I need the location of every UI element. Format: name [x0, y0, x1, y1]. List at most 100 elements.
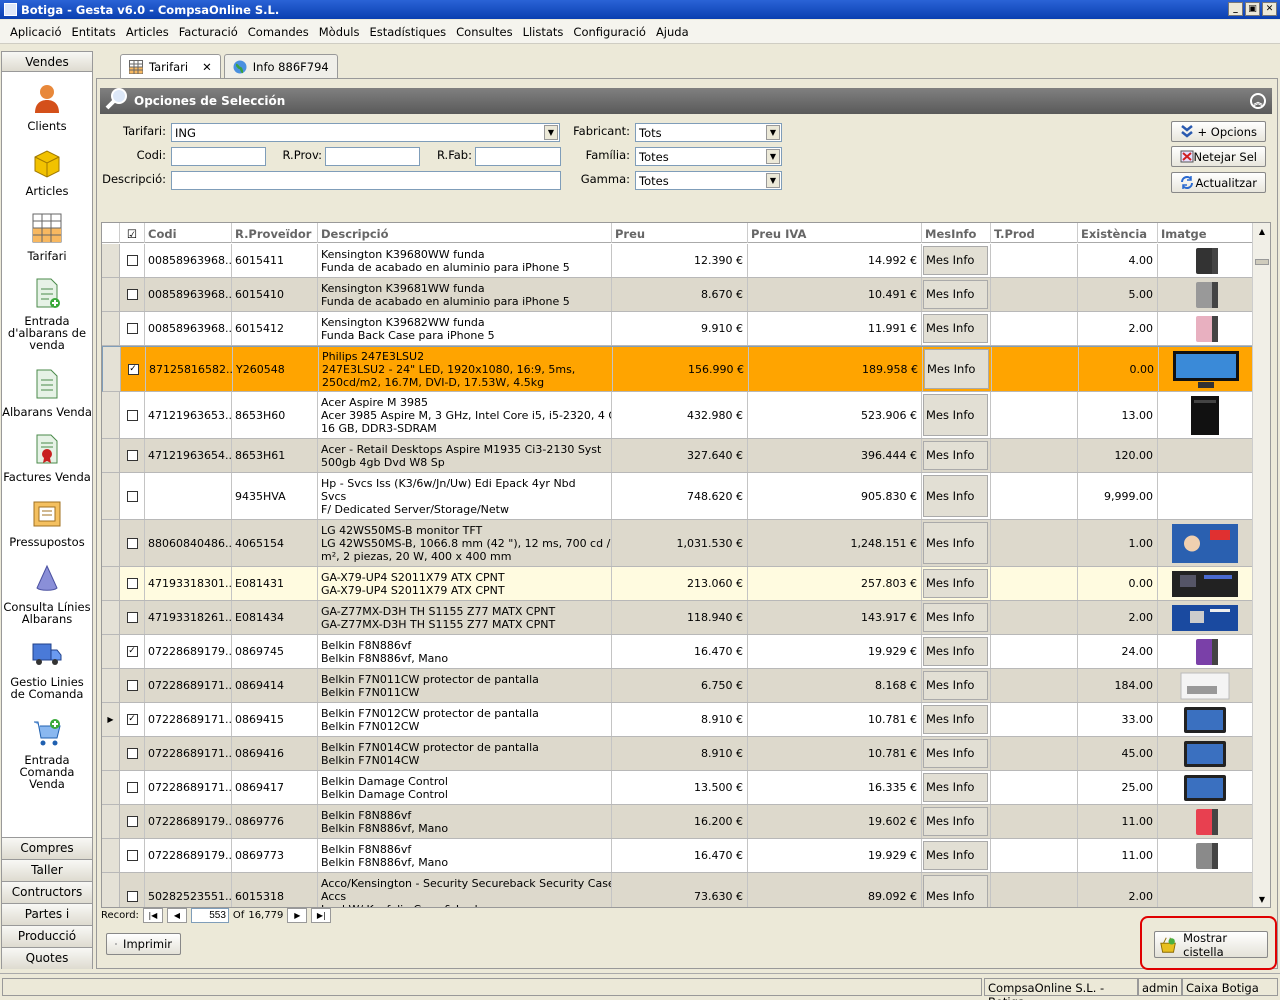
header-imatge[interactable]: Imatge [1158, 223, 1253, 243]
sidebar-item-tarifari[interactable]: Tarifari [2, 212, 92, 262]
mes-info-button[interactable]: Mes Info [923, 522, 988, 564]
mes-info-button[interactable]: Mes Info [923, 705, 988, 734]
sidebar-item-consulta-linies[interactable]: Consulta Línies Albarans [2, 563, 92, 625]
checkbox-cell[interactable] [120, 439, 145, 472]
last-record-icon[interactable]: ▶| [311, 907, 332, 923]
row-checkbox[interactable] [126, 255, 138, 266]
checkbox-cell[interactable] [120, 669, 145, 702]
row-checkbox[interactable]: ✓ [126, 714, 138, 725]
table-row[interactable]: 9435HVA Hp - Svcs Iss (K3/6w/Jn/Uw) Edi E… [102, 473, 1253, 520]
familia-select[interactable]: Totes ▼ [635, 147, 782, 166]
row-checkbox[interactable] [126, 680, 138, 691]
checkbox-cell[interactable] [120, 805, 145, 838]
row-selector[interactable] [103, 347, 121, 391]
sidebar-item-gestio-linies[interactable]: Gestio Linies de Comanda [2, 638, 92, 700]
row-selector[interactable] [102, 601, 120, 634]
menu-ajuda[interactable]: Ajuda [652, 25, 693, 39]
row-checkbox[interactable] [126, 782, 138, 793]
header-descripcio[interactable]: Descripció [318, 223, 612, 243]
row-selector[interactable] [102, 737, 120, 770]
row-selector[interactable] [102, 244, 120, 277]
table-row[interactable]: ✓ 07228689179... 0869745 Belkin F8N886vf Bel… [102, 635, 1253, 669]
mes-info-button[interactable]: Mes Info [923, 773, 988, 802]
checkbox-cell[interactable] [120, 312, 145, 345]
menu-consultes[interactable]: Consultes [452, 25, 516, 39]
header-rproveidor[interactable]: R.Proveïdor [232, 223, 318, 243]
mes-info-button[interactable]: Mes Info [923, 875, 988, 907]
row-selector[interactable] [102, 669, 120, 702]
row-selector[interactable]: ▶ [102, 703, 120, 736]
table-row[interactable]: ✓ 87125816582... Y260548 Philips 247E3LSU2 2… [102, 346, 1254, 392]
header-tprod[interactable]: T.Prod [991, 223, 1078, 243]
sidebar-item-albarans-venda[interactable]: Albarans Venda [2, 368, 92, 418]
rprov-input[interactable] [325, 147, 420, 166]
checkbox-cell[interactable] [120, 737, 145, 770]
fabricant-select[interactable]: Tots ▼ [635, 123, 782, 142]
row-checkbox[interactable] [126, 409, 138, 421]
table-row[interactable]: 50282523551... 6015318 Acco/Kensington - S… [102, 873, 1253, 907]
checkbox-cell[interactable] [120, 567, 145, 600]
sidebar-item-entrada-comanda[interactable]: Entrada Comanda Venda [2, 716, 92, 790]
table-row[interactable]: 88060840486... 4065154 LG 42WS50MS-B monit… [102, 520, 1253, 567]
table-row[interactable]: 00858963968... 6015412 Kensington K39682WW… [102, 312, 1253, 346]
row-selector[interactable] [102, 392, 120, 438]
row-selector[interactable] [102, 805, 120, 838]
sidebar-section-contructors[interactable]: Contructors [2, 881, 92, 903]
checkbox-cell[interactable] [120, 601, 145, 634]
checkbox-cell[interactable] [120, 839, 145, 872]
mes-info-button[interactable]: Mes Info [923, 807, 988, 836]
menu-facturacio[interactable]: Facturació [175, 25, 242, 39]
sidebar-item-factures-venda[interactable]: Factures Venda [2, 433, 92, 483]
menu-llistats[interactable]: Llistats [519, 25, 568, 39]
mes-info-button[interactable]: Mes Info [923, 280, 988, 309]
checkbox-cell[interactable] [120, 473, 145, 519]
sidebar-header-vendes[interactable]: Vendes [2, 52, 92, 72]
actualitzar-button[interactable]: Actualitzar [1171, 172, 1266, 193]
menu-comandes[interactable]: Comandes [244, 25, 313, 39]
tab-info[interactable]: Info 886F794 [223, 54, 338, 78]
table-row[interactable]: 47193318261... E081434 GA-Z77MX-D3H TH S11… [102, 601, 1253, 635]
scroll-up-icon[interactable]: ▲ [1255, 225, 1269, 239]
mes-info-button[interactable]: Mes Info [923, 394, 988, 436]
gamma-select[interactable]: Totes ▼ [635, 171, 782, 190]
codi-input[interactable] [171, 147, 266, 166]
row-checkbox[interactable] [126, 537, 138, 549]
row-checkbox[interactable] [126, 490, 138, 502]
menu-articles[interactable]: Articles [122, 25, 173, 39]
rfab-input[interactable] [475, 147, 561, 166]
checkbox-cell[interactable] [120, 392, 145, 438]
checkbox-cell[interactable]: ✓ [120, 635, 145, 668]
row-selector[interactable] [102, 839, 120, 872]
previous-record-icon[interactable]: ◀ [166, 907, 187, 923]
row-selector[interactable] [102, 771, 120, 804]
mes-info-button[interactable]: Mes Info [923, 671, 988, 700]
sidebar-item-articles[interactable]: Articles [2, 147, 92, 197]
table-row[interactable]: 07228689171... 0869417 Belkin Damage Contr… [102, 771, 1253, 805]
sidebar-item-pressupostos[interactable]: Pressupostos [2, 498, 92, 548]
row-checkbox[interactable]: ✓ [126, 646, 138, 657]
checkbox-cell[interactable] [120, 278, 145, 311]
row-selector[interactable] [102, 312, 120, 345]
row-checkbox[interactable] [126, 450, 138, 461]
row-selector[interactable] [102, 520, 120, 566]
mes-info-button[interactable]: Mes Info [923, 441, 988, 470]
table-row[interactable]: 00858963968... 6015411 Kensington K39680WW… [102, 244, 1253, 278]
sidebar-section-taller[interactable]: Taller [2, 859, 92, 881]
table-row[interactable]: 47193318301... E081431 GA-X79-UP4 S2011X79… [102, 567, 1253, 601]
menu-moduls[interactable]: Mòduls [315, 25, 364, 39]
header-mesinfo[interactable]: MesInfo [922, 223, 991, 243]
checkbox-cell[interactable]: ✓ [120, 703, 145, 736]
tab-tarifari[interactable]: Tarifari ✕ [120, 54, 221, 78]
scroll-down-icon[interactable]: ▼ [1255, 893, 1269, 907]
row-checkbox[interactable]: ✓ [127, 363, 139, 375]
row-selector[interactable] [102, 473, 120, 519]
menu-estadistiques[interactable]: Estadístiques [365, 25, 450, 39]
first-record-icon[interactable]: |◀ [142, 907, 163, 923]
table-row[interactable]: 00858963968... 6015410 Kensington K39681WW… [102, 278, 1253, 312]
mes-opcions-button[interactable]: + Opcions [1171, 121, 1266, 142]
scroll-thumb[interactable] [1255, 259, 1269, 265]
checkbox-cell[interactable] [120, 873, 145, 907]
row-checkbox[interactable] [126, 890, 138, 902]
mes-info-button[interactable]: Mes Info [923, 475, 988, 517]
next-record-icon[interactable]: ▶ [287, 907, 308, 923]
